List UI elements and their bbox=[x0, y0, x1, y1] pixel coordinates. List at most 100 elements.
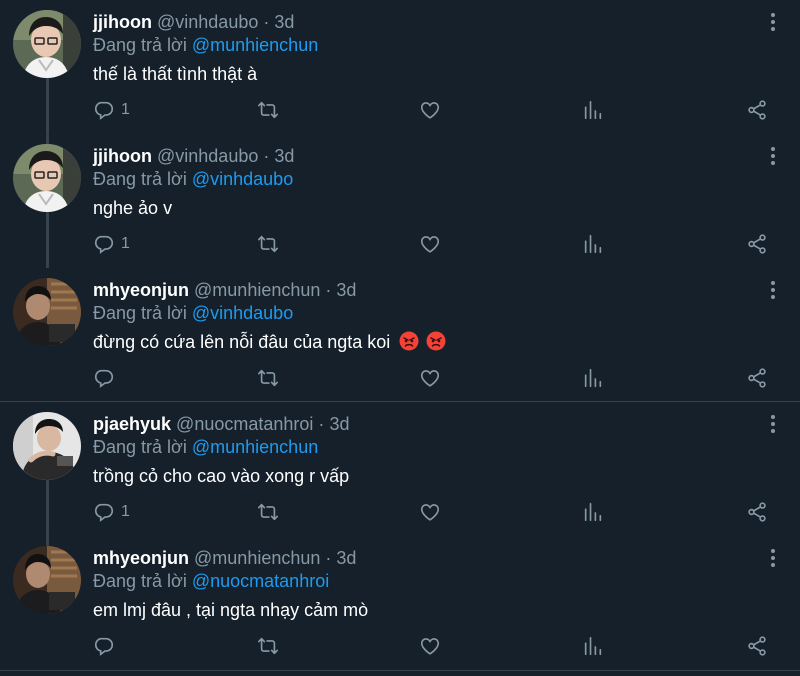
display-name[interactable]: mhyeonjun bbox=[93, 280, 189, 300]
share-icon bbox=[746, 233, 768, 255]
avatar[interactable] bbox=[13, 144, 81, 212]
replying-to: Đang trả lời @munhienchun bbox=[93, 437, 318, 457]
bar-chart-icon bbox=[582, 501, 604, 523]
bar-chart-icon bbox=[582, 233, 604, 255]
replying-to: Đang trả lời @vinhdaubo bbox=[93, 169, 293, 189]
retweet-icon bbox=[257, 99, 279, 121]
stats-button[interactable] bbox=[582, 634, 604, 658]
share-button[interactable] bbox=[746, 366, 768, 390]
handle[interactable]: @vinhdaubo bbox=[157, 12, 258, 32]
retweet-button[interactable] bbox=[257, 634, 279, 658]
share-button[interactable] bbox=[746, 232, 768, 256]
replying-to-label: Đang trả lời bbox=[93, 169, 187, 189]
reply-button[interactable] bbox=[93, 634, 121, 658]
thread-line bbox=[46, 134, 49, 144]
replying-to-link[interactable]: @vinhdaubo bbox=[192, 169, 293, 189]
tweet[interactable]: mhyeonjun @munhienchun · 3d Đang trả lời… bbox=[0, 268, 800, 402]
stats-button[interactable] bbox=[582, 232, 604, 256]
tweet-text: thế là thất tình thật à bbox=[93, 64, 258, 84]
more-options-icon[interactable] bbox=[768, 280, 778, 300]
more-options-icon[interactable] bbox=[768, 414, 778, 434]
avatar[interactable] bbox=[13, 412, 81, 480]
retweet-icon bbox=[257, 501, 279, 523]
handle[interactable]: @vinhdaubo bbox=[157, 146, 258, 166]
retweet-button[interactable] bbox=[257, 366, 279, 390]
reply-button[interactable]: 1 bbox=[93, 98, 130, 122]
reply-icon bbox=[93, 99, 115, 121]
reply-count: 1 bbox=[121, 101, 130, 118]
separator-dot: · bbox=[325, 280, 332, 300]
display-name[interactable]: jjihoon bbox=[93, 146, 152, 166]
reply-button[interactable]: 1 bbox=[93, 500, 130, 524]
reply-button[interactable] bbox=[93, 366, 121, 390]
tweet-actions: 1 bbox=[0, 500, 800, 524]
heart-icon bbox=[419, 367, 441, 389]
retweet-icon bbox=[257, 635, 279, 657]
tweet[interactable]: mhyeonjun @munhienchun · 3d Đang trả lời… bbox=[0, 536, 800, 670]
replying-to-link[interactable]: @munhienchun bbox=[192, 35, 318, 55]
replying-to-link[interactable]: @nuocmatanhroi bbox=[192, 571, 329, 591]
tweet-text: đừng có cứa lên nỗi đâu của ngta koi bbox=[93, 332, 391, 352]
avatar[interactable] bbox=[13, 278, 81, 346]
replying-to-label: Đang trả lời bbox=[93, 35, 187, 55]
avatar[interactable] bbox=[13, 546, 81, 614]
reply-icon bbox=[93, 233, 115, 255]
like-button[interactable] bbox=[419, 500, 441, 524]
like-button[interactable] bbox=[419, 634, 441, 658]
display-name[interactable]: jjihoon bbox=[93, 12, 152, 32]
tweet-actions bbox=[0, 634, 800, 658]
tweet[interactable]: jjihoon @vinhdaubo · 3d Đang trả lời @mu… bbox=[0, 0, 800, 134]
tweet-header: mhyeonjun @munhienchun · 3d bbox=[93, 548, 356, 568]
retweet-button[interactable] bbox=[257, 232, 279, 256]
share-button[interactable] bbox=[746, 634, 768, 658]
display-name[interactable]: pjaehyuk bbox=[93, 414, 171, 434]
reply-icon bbox=[93, 367, 115, 389]
tweet-actions bbox=[0, 366, 800, 390]
separator-dot: · bbox=[263, 12, 270, 32]
thread-line bbox=[46, 536, 49, 546]
reply-count: 1 bbox=[121, 235, 130, 252]
retweet-button[interactable] bbox=[257, 98, 279, 122]
more-options-icon[interactable] bbox=[768, 12, 778, 32]
like-button[interactable] bbox=[419, 366, 441, 390]
like-button[interactable] bbox=[419, 232, 441, 256]
stats-button[interactable] bbox=[582, 500, 604, 524]
more-options-icon[interactable] bbox=[768, 146, 778, 166]
like-button[interactable] bbox=[419, 98, 441, 122]
tweet-header: mhyeonjun @munhienchun · 3d bbox=[93, 280, 356, 300]
bar-chart-icon bbox=[582, 635, 604, 657]
tweet-actions: 1 bbox=[0, 98, 800, 122]
tweet-text: em lmj đâu , tại ngta nhạy cảm mò bbox=[93, 600, 369, 620]
avatar[interactable] bbox=[13, 10, 81, 78]
reply-button[interactable]: 1 bbox=[93, 232, 130, 256]
stats-button[interactable] bbox=[582, 366, 604, 390]
share-button[interactable] bbox=[746, 500, 768, 524]
display-name[interactable]: mhyeonjun bbox=[93, 548, 189, 568]
stats-button[interactable] bbox=[582, 98, 604, 122]
heart-icon bbox=[419, 635, 441, 657]
bar-chart-icon bbox=[582, 367, 604, 389]
timestamp[interactable]: 3d bbox=[336, 280, 356, 300]
share-button[interactable] bbox=[746, 98, 768, 122]
more-options-icon[interactable] bbox=[768, 548, 778, 568]
tweet-header: pjaehyuk @nuocmatanhroi · 3d bbox=[93, 414, 349, 434]
timestamp[interactable]: 3d bbox=[329, 414, 349, 434]
handle[interactable]: @nuocmatanhroi bbox=[176, 414, 313, 434]
share-icon bbox=[746, 635, 768, 657]
tweet-header: jjihoon @vinhdaubo · 3d bbox=[93, 146, 294, 166]
share-icon bbox=[746, 367, 768, 389]
retweet-button[interactable] bbox=[257, 500, 279, 524]
replying-to-label: Đang trả lời bbox=[93, 437, 187, 457]
timestamp[interactable]: 3d bbox=[336, 548, 356, 568]
share-icon bbox=[746, 99, 768, 121]
handle[interactable]: @munhienchun bbox=[194, 548, 320, 568]
reply-count: 1 bbox=[121, 503, 130, 520]
tweet[interactable]: jjihoon @vinhdaubo · 3d Đang trả lời @vi… bbox=[0, 134, 800, 268]
replying-to-link[interactable]: @munhienchun bbox=[192, 437, 318, 457]
timestamp[interactable]: 3d bbox=[274, 12, 294, 32]
timestamp[interactable]: 3d bbox=[274, 146, 294, 166]
replying-to-link[interactable]: @vinhdaubo bbox=[192, 303, 293, 323]
separator-dot: · bbox=[263, 146, 270, 166]
handle[interactable]: @munhienchun bbox=[194, 280, 320, 300]
tweet[interactable]: pjaehyuk @nuocmatanhroi · 3d Đang trả lờ… bbox=[0, 402, 800, 536]
